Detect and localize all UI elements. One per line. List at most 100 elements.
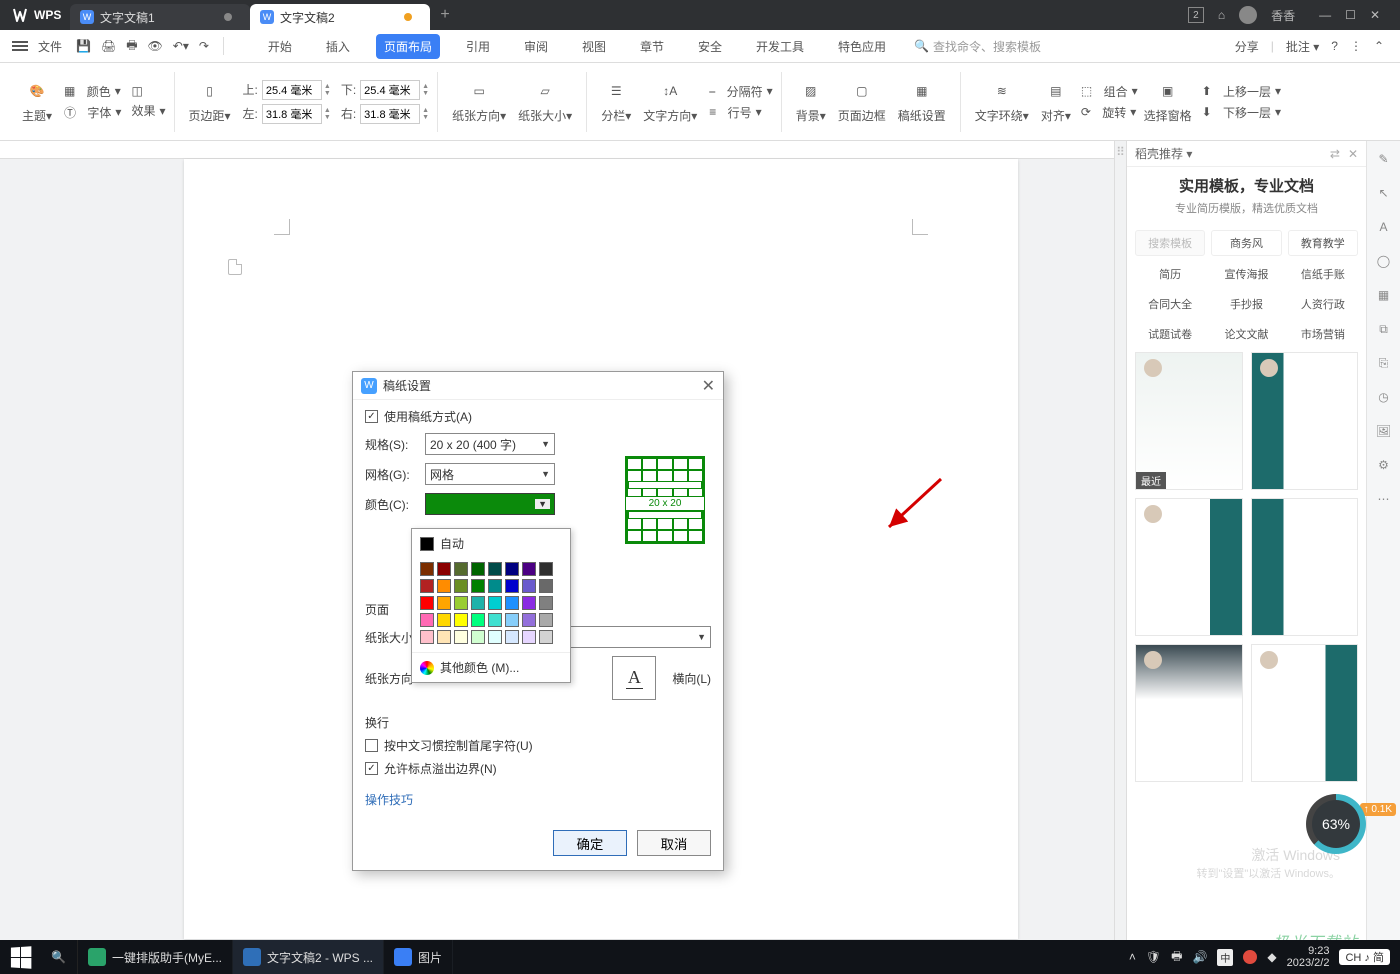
tray-printer-icon[interactable]: 🖶	[1171, 947, 1182, 968]
color-swatch[interactable]	[522, 562, 536, 576]
color-swatch[interactable]	[420, 562, 434, 576]
use-grid-checkbox[interactable]: ✓使用稿纸方式(A)	[365, 408, 711, 425]
align-button[interactable]: ▤对齐▾	[1035, 79, 1077, 124]
panel-settings-icon[interactable]: ⇄	[1330, 147, 1340, 161]
ok-button[interactable]: 确定	[553, 830, 627, 856]
file-menu[interactable]: 文件	[38, 38, 62, 55]
page-border-button[interactable]: ▢页面边框	[832, 79, 892, 124]
taskbar-item[interactable]: 文字文稿2 - WPS ...	[233, 940, 384, 974]
top-margin-input[interactable]	[262, 80, 322, 100]
annotate-button[interactable]: 批注 ▾	[1286, 38, 1319, 55]
style-icon[interactable]: A	[1374, 217, 1394, 237]
image-icon[interactable]: 🖼	[1374, 421, 1394, 441]
cat-business[interactable]: 商务风	[1211, 230, 1281, 256]
template-search[interactable]: 搜索模板	[1135, 230, 1205, 256]
home-icon[interactable]: ⌂	[1218, 8, 1225, 22]
panel-grip[interactable]: ⠿	[1114, 141, 1126, 974]
text-wrap-button[interactable]: ≋文字环绕▾	[969, 79, 1035, 124]
cat-item[interactable]: 论文文献	[1211, 322, 1281, 346]
text-direction-button[interactable]: ↕A文字方向▾	[637, 79, 703, 124]
more-icon[interactable]: ⋮	[1350, 39, 1362, 53]
tab-view[interactable]: 视图	[574, 34, 614, 59]
preview-icon[interactable]: 👁	[148, 39, 163, 53]
dialog-close-icon[interactable]: ✕	[702, 376, 715, 396]
save-icon[interactable]: 💾	[76, 39, 91, 53]
cursor-icon[interactable]: ↖	[1374, 183, 1394, 203]
landscape-option[interactable]: A	[612, 656, 656, 700]
ruler[interactable]	[0, 141, 1114, 159]
selection-pane-button[interactable]: ▣选择窗格	[1138, 79, 1198, 124]
spinner-icon[interactable]: ▲▼	[422, 83, 429, 97]
tray-ime-icon[interactable]: 中	[1217, 949, 1233, 966]
color-swatch[interactable]	[420, 579, 434, 593]
columns-button[interactable]: ☰分栏▾	[595, 79, 637, 124]
color-swatch[interactable]	[539, 613, 553, 627]
spinner-icon[interactable]: ▲▼	[324, 83, 331, 97]
more-colors-option[interactable]: 其他颜色 (M)...	[412, 652, 570, 682]
cat-item[interactable]: 合同大全	[1135, 292, 1205, 316]
taskbar-item[interactable]: 一键排版助手(MyE...	[78, 940, 233, 974]
left-margin-input[interactable]	[262, 104, 322, 124]
color-swatch[interactable]	[437, 596, 451, 610]
color-swatch[interactable]	[505, 630, 519, 644]
color-swatch[interactable]	[471, 596, 485, 610]
paper-size-button[interactable]: ▱纸张大小▾	[512, 79, 578, 124]
color-swatch[interactable]	[454, 613, 468, 627]
start-button[interactable]	[0, 947, 40, 968]
document-tab-2[interactable]: W 文字文稿2	[250, 4, 430, 30]
theme-color-button[interactable]: ▦ 颜色▾	[64, 83, 121, 100]
link-icon[interactable]: ⎘	[1374, 353, 1394, 373]
color-swatch[interactable]	[505, 596, 519, 610]
color-swatch[interactable]	[522, 630, 536, 644]
hamburger-icon[interactable]	[12, 41, 28, 51]
color-swatch[interactable]	[420, 630, 434, 644]
color-swatch[interactable]	[522, 613, 536, 627]
paper-orientation-button[interactable]: ▭纸张方向▾	[446, 79, 512, 124]
color-swatch[interactable]	[420, 613, 434, 627]
tray-shield-icon[interactable]: 🛡	[1146, 950, 1161, 964]
shape-icon[interactable]: ◯	[1374, 251, 1394, 271]
margins-button[interactable]: ▯页边距▾	[183, 79, 237, 124]
tab-references[interactable]: 引用	[458, 34, 498, 59]
cat-item[interactable]: 宣传海报	[1211, 262, 1281, 286]
taskbar-item[interactable]: 图片	[384, 940, 453, 974]
group-button[interactable]: ⬚ 组合▾	[1081, 83, 1138, 100]
color-swatch[interactable]	[488, 579, 502, 593]
color-swatch[interactable]	[488, 562, 502, 576]
color-swatch[interactable]	[454, 630, 468, 644]
color-swatch[interactable]	[437, 613, 451, 627]
share-button[interactable]: 分享	[1235, 38, 1259, 55]
cat-item[interactable]: 试题试卷	[1135, 322, 1205, 346]
color-swatch[interactable]	[488, 613, 502, 627]
tab-review[interactable]: 审阅	[516, 34, 556, 59]
color-swatch[interactable]	[505, 562, 519, 576]
grid-settings-button[interactable]: ▦稿纸设置	[892, 79, 952, 124]
auto-color-option[interactable]: 自动	[412, 529, 570, 558]
spec-combo[interactable]: 20 x 20 (400 字)▼	[425, 433, 555, 455]
color-swatch[interactable]	[471, 562, 485, 576]
document-tab-1[interactable]: W 文字文稿1	[70, 4, 250, 30]
pencil-icon[interactable]: ✎	[1374, 149, 1394, 169]
effect-button[interactable]: ◫	[131, 84, 165, 98]
color-swatch[interactable]	[488, 596, 502, 610]
search-commands[interactable]: 🔍 查找命令、搜索模板	[914, 38, 1041, 55]
chart-icon[interactable]: ⧉	[1374, 319, 1394, 339]
color-swatch[interactable]	[437, 562, 451, 576]
redo-icon[interactable]: ↷	[199, 39, 209, 53]
color-swatch[interactable]	[488, 630, 502, 644]
settings-icon[interactable]: ⚙	[1374, 455, 1394, 475]
search-taskbar-icon[interactable]: 🔍	[40, 940, 78, 974]
minimize-icon[interactable]: —	[1319, 8, 1331, 22]
print-icon[interactable]: 🖶	[126, 36, 137, 57]
color-swatch[interactable]	[454, 562, 468, 576]
color-swatch[interactable]	[437, 579, 451, 593]
user-avatar[interactable]	[1239, 6, 1257, 24]
tab-developer[interactable]: 开发工具	[748, 34, 812, 59]
cat-item[interactable]: 简历	[1135, 262, 1205, 286]
template-thumb[interactable]: 最近	[1135, 352, 1243, 490]
color-swatch[interactable]	[471, 630, 485, 644]
break-button[interactable]: ⎯ 分隔符▾	[709, 83, 772, 100]
tray-wps-icon[interactable]: ◆	[1267, 950, 1276, 964]
punct-overflow-checkbox[interactable]: ✓允许标点溢出边界(N)	[365, 760, 711, 777]
performance-gauge[interactable]: 63%	[1306, 794, 1366, 854]
